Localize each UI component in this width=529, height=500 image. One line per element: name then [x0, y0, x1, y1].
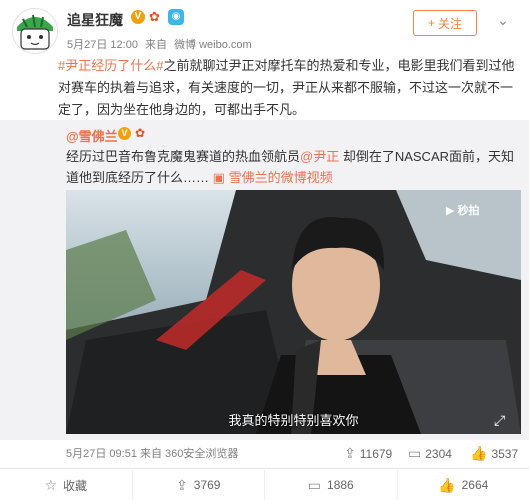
repost-username[interactable]: @雪佛兰	[66, 126, 118, 145]
repost-share-stat[interactable]: ⇪ 11679	[344, 445, 392, 462]
member-badge-icon: ✿	[149, 9, 160, 24]
favorite-label: 收藏	[63, 478, 88, 493]
plus-icon: +	[427, 16, 435, 30]
divider	[0, 468, 529, 469]
repost-share-count: 11679	[359, 446, 393, 461]
repost-text-start: 经历过巴音布鲁克魔鬼赛道的热血领航员	[66, 149, 301, 164]
comment-icon: ▭	[408, 445, 422, 461]
action-bar: ☆ 收藏 ⇪ 3769 ▭ 1886 👍 2664	[0, 470, 529, 500]
repost-timestamp[interactable]: 5月27日 09:51	[66, 448, 137, 460]
repost-like-stat[interactable]: 👍 3537	[470, 445, 518, 462]
post-text: #尹正经历了什么#之前就聊过尹正对摩托车的热爱和专业，电影里我们看到过他对赛车的…	[58, 55, 518, 121]
like-icon: 👍	[438, 476, 456, 493]
verified-icon: V	[131, 10, 145, 24]
favorite-button[interactable]: ☆ 收藏	[0, 470, 133, 500]
like-button[interactable]: 👍 2664	[398, 470, 529, 500]
repost-comment-stat[interactable]: ▭ 2304	[408, 445, 452, 462]
repost-verified-icon: V	[118, 127, 131, 140]
share-button[interactable]: ⇪ 3769	[133, 470, 265, 500]
comment-count: 1886	[327, 478, 354, 492]
share-icon: ⇪	[176, 476, 188, 493]
video-logo-label: 秒拍	[457, 205, 480, 217]
post-meta: 5月27日 12:00 来自 微博 weibo.com	[67, 36, 256, 52]
repost-badge-icon: ✿	[135, 126, 146, 140]
watermelon-avatar-icon	[13, 9, 57, 53]
video-link-label: 雪佛兰的微博视频	[228, 170, 333, 185]
video-link[interactable]: ▣ 雪佛兰的微博视频	[213, 170, 333, 185]
camera-badge-icon: ◉	[168, 9, 184, 25]
post-timestamp[interactable]: 5月27日 12:00	[67, 39, 138, 51]
video-watermark: ▶ 秒拍	[446, 202, 480, 218]
video-frame	[66, 190, 521, 434]
star-icon: ☆	[44, 476, 58, 493]
video-subtitle: 我真的特别特别喜欢你	[228, 413, 359, 428]
post-username[interactable]: 追星狂魔	[67, 10, 123, 30]
fullscreen-icon[interactable]: ⤢	[494, 412, 505, 429]
video-player[interactable]	[66, 190, 521, 434]
repost-source: 来自 360安全浏览器	[140, 448, 239, 460]
follow-label: 关注	[438, 16, 463, 31]
share-icon: ⇪	[344, 445, 356, 461]
comment-button[interactable]: ▭ 1886	[265, 470, 398, 500]
share-count: 3769	[193, 478, 221, 492]
repost-text: 经历过巴音布鲁克魔鬼赛道的热血领航员@尹正 却倒在了NASCAR面前，天知道他到…	[66, 146, 521, 188]
repost-comment-count: 2304	[425, 446, 452, 461]
repost-mention[interactable]: @尹正	[300, 149, 339, 164]
follow-button[interactable]: + 关注	[413, 10, 477, 36]
more-options-icon[interactable]: ⌄	[488, 10, 518, 34]
post-source-prefix: 来自	[145, 39, 167, 51]
post-source[interactable]: 微博 weibo.com	[174, 39, 252, 51]
miaopai-logo-icon: ▶	[446, 205, 455, 217]
repost-meta: 5月27日 09:51 来自 360安全浏览器	[66, 445, 238, 461]
post-hashtag[interactable]: #尹正经历了什么#	[58, 58, 163, 73]
avatar[interactable]	[12, 8, 58, 54]
like-icon: 👍	[470, 445, 488, 461]
like-count: 2664	[461, 478, 489, 492]
comment-icon: ▭	[307, 476, 322, 493]
repost-like-count: 3537	[491, 446, 519, 461]
video-link-icon: ▣	[212, 170, 225, 185]
